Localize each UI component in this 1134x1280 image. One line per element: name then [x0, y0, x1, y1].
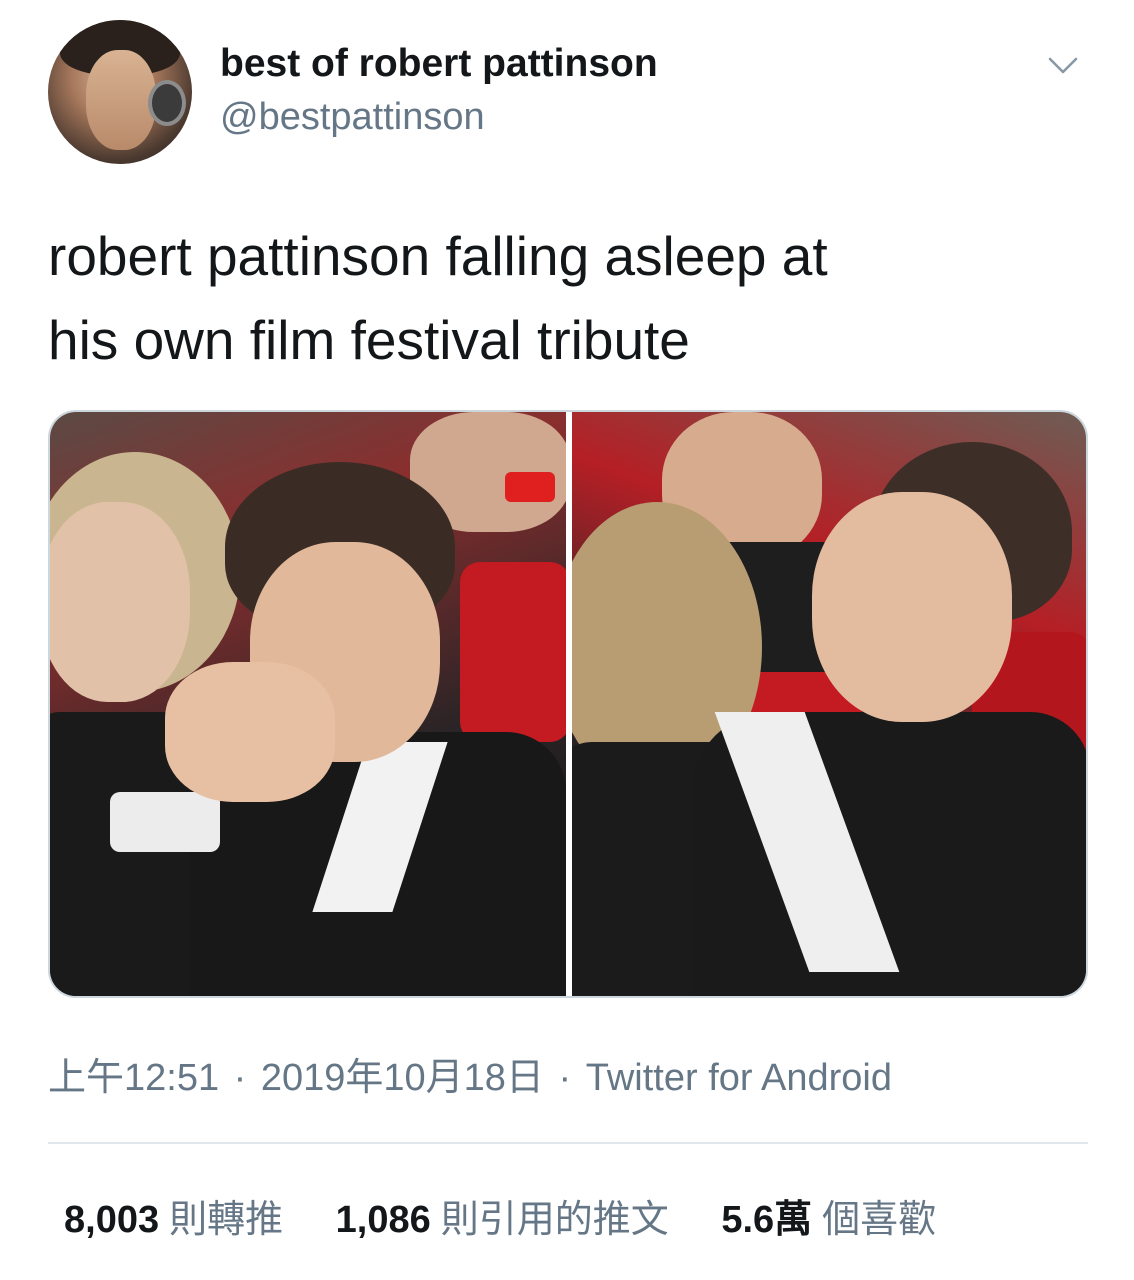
- tweet-stats: 8,003 則轉推 1,086 則引用的推文 5.6萬 個喜歡: [64, 1188, 1094, 1243]
- stat-label: 則引用的推文: [440, 1199, 669, 1241]
- avatar-microphone: [148, 80, 186, 126]
- meta-separator: ·: [558, 1057, 572, 1099]
- photo-woman-face: [50, 502, 190, 702]
- photo-red-seat: [460, 562, 566, 742]
- divider: [48, 1142, 1088, 1144]
- photo-bow-tie: [505, 472, 555, 502]
- tweet-time[interactable]: 上午12:51: [48, 1057, 219, 1099]
- media-grid: [48, 410, 1088, 998]
- display-name[interactable]: best of robert pattinson: [220, 42, 658, 86]
- tweet-source[interactable]: Twitter for Android: [586, 1057, 892, 1099]
- media-photo-left[interactable]: [50, 412, 566, 996]
- user-handle[interactable]: @bestpattinson: [220, 96, 485, 139]
- stat-value: 5.6萬: [721, 1199, 813, 1241]
- stat-label: 個喜歡: [822, 1199, 937, 1241]
- stat-label: 則轉推: [169, 1199, 284, 1241]
- photo-man-face: [812, 492, 1012, 722]
- meta-separator: ·: [233, 1057, 247, 1099]
- tweet-meta: 上午12:51 · 2019年10月18日 · Twitter for Andr…: [48, 1046, 892, 1101]
- media-photo-right[interactable]: [572, 412, 1086, 996]
- avatar-face: [86, 50, 156, 150]
- photo-man-hand: [165, 662, 335, 802]
- tweet-text-line: his own film festival tribute: [48, 309, 690, 371]
- tweet-header: best of robert pattinson @bestpattinson: [48, 20, 1088, 170]
- stat-value: 1,086: [335, 1199, 431, 1241]
- quote-tweet-count[interactable]: 1,086 則引用的推文: [336, 1188, 669, 1243]
- chevron-down-icon[interactable]: [1046, 48, 1080, 82]
- stat-value: 8,003: [64, 1199, 160, 1241]
- retweet-count[interactable]: 8,003 則轉推: [64, 1188, 283, 1243]
- tweet-text: robert pattinson falling asleep at his o…: [48, 214, 1088, 382]
- like-count[interactable]: 5.6萬 個喜歡: [721, 1188, 936, 1243]
- avatar[interactable]: [48, 20, 192, 164]
- tweet-text-line: robert pattinson falling asleep at: [48, 225, 828, 287]
- tweet-date[interactable]: 2019年10月18日: [261, 1057, 544, 1099]
- photo-shirt-cuff: [110, 792, 220, 852]
